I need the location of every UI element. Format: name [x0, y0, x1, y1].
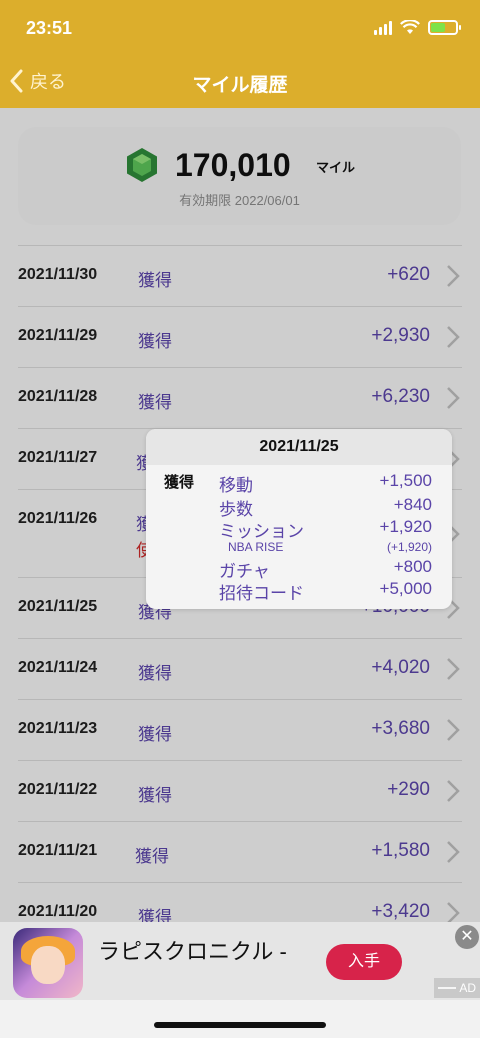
row-date: 2021/11/29 [18, 327, 98, 344]
popup-date: 2021/11/25 [146, 429, 452, 465]
gem-icon [127, 148, 157, 182]
table-row[interactable]: 2021/11/21 獲得 +1,580 [18, 821, 462, 882]
miles-summary-card: 170,010 マイル 有効期限 2022/06/01 [18, 127, 461, 225]
wifi-icon [400, 20, 420, 34]
row-date: 2021/11/25 [18, 598, 98, 615]
home-indicator[interactable] [154, 1022, 326, 1028]
chevron-right-icon [447, 265, 460, 287]
row-amount: +2,930 [371, 325, 430, 346]
miles-total: 170,010 [175, 147, 291, 183]
chevron-right-icon [447, 841, 460, 863]
popup-subitem-label: NBA RISE [228, 540, 284, 554]
table-row[interactable]: 2021/11/22 獲得 +290 [18, 760, 462, 821]
row-date: 2021/11/23 [18, 720, 98, 737]
page-title: マイル履歴 [192, 75, 288, 96]
row-date: 2021/11/21 [18, 842, 98, 859]
status-time: 23:51 [26, 18, 73, 38]
popup-item-label: 招待コード [219, 584, 304, 603]
ad-badge-label: AD [459, 981, 476, 995]
chevron-right-icon [447, 780, 460, 802]
table-row[interactable]: 2021/11/29 獲得 +2,930 [18, 306, 462, 367]
ad-close-button[interactable]: ✕ [455, 925, 479, 949]
row-date: 2021/11/30 [18, 266, 98, 283]
row-kind: 獲得 [138, 786, 172, 805]
row-date: 2021/11/27 [18, 449, 98, 466]
table-row[interactable]: 2021/11/23 獲得 +3,680 [18, 699, 462, 760]
popup-item-value: +840 [393, 495, 432, 514]
miles-unit: マイル [316, 160, 356, 175]
row-date: 2021/11/20 [18, 903, 98, 920]
ad-badge: AD [434, 978, 480, 998]
row-kind: 獲得 [138, 664, 172, 683]
row-date: 2021/11/24 [18, 659, 98, 676]
table-row[interactable]: 2021/11/30 獲得 +620 [18, 245, 462, 306]
chevron-right-icon [447, 326, 460, 348]
status-icons [374, 20, 461, 35]
row-amount: +6,230 [371, 386, 430, 407]
popup-item-value: +800 [393, 557, 432, 576]
row-amount: +620 [387, 264, 430, 285]
expiry-date: 有効期限 2022/06/01 [179, 193, 300, 208]
row-amount: +1,580 [371, 840, 430, 861]
app-icon[interactable] [13, 928, 83, 998]
popup-kind: 獲得 [164, 474, 195, 491]
chevron-right-icon [447, 658, 460, 680]
chevron-right-icon [447, 387, 460, 409]
row-date: 2021/11/26 [18, 510, 98, 527]
row-date: 2021/11/28 [18, 388, 98, 405]
row-amount: +4,020 [371, 657, 430, 678]
popup-subitem-value: (+1,920) [386, 540, 432, 554]
battery-icon [428, 20, 461, 35]
ad-title[interactable]: ラピスクロニクル - [98, 934, 287, 966]
row-kind: 獲得 [138, 393, 172, 412]
header-bar: 23:51 戻る マイル履歴 [0, 0, 480, 108]
ad-get-button[interactable]: 入手 [326, 944, 402, 980]
ad-banner[interactable]: ラピスクロニクル - 入手 ✕ AD [0, 922, 480, 1000]
popup-item-value: +5,000 [379, 579, 432, 598]
ad-wave-icon [438, 987, 456, 990]
row-amount: +3,680 [371, 718, 430, 739]
row-kind: 獲得 [138, 271, 172, 290]
popup-item-label: 移動 [219, 476, 253, 495]
row-date: 2021/11/22 [18, 781, 98, 798]
row-kind: 獲得 [138, 725, 172, 744]
row-amount: +3,420 [371, 901, 430, 922]
table-row[interactable]: 2021/11/24 獲得 +4,020 [18, 638, 462, 699]
row-amount: +290 [387, 779, 430, 800]
row-kind: 獲得 [138, 332, 172, 351]
popup-item-value: +1,500 [379, 471, 432, 490]
detail-popup[interactable]: 2021/11/25 獲得 移動 +1,500 歩数 +840 ミッション +1… [146, 429, 452, 609]
row-kind: 獲得 [135, 847, 169, 866]
popup-item-value: +1,920 [379, 517, 432, 536]
cellular-signal-icon [374, 20, 392, 35]
popup-item-label: ミッション [219, 522, 304, 541]
table-row[interactable]: 2021/11/28 獲得 +6,230 [18, 367, 462, 428]
bottom-area [0, 1000, 480, 1038]
chevron-right-icon [447, 719, 460, 741]
